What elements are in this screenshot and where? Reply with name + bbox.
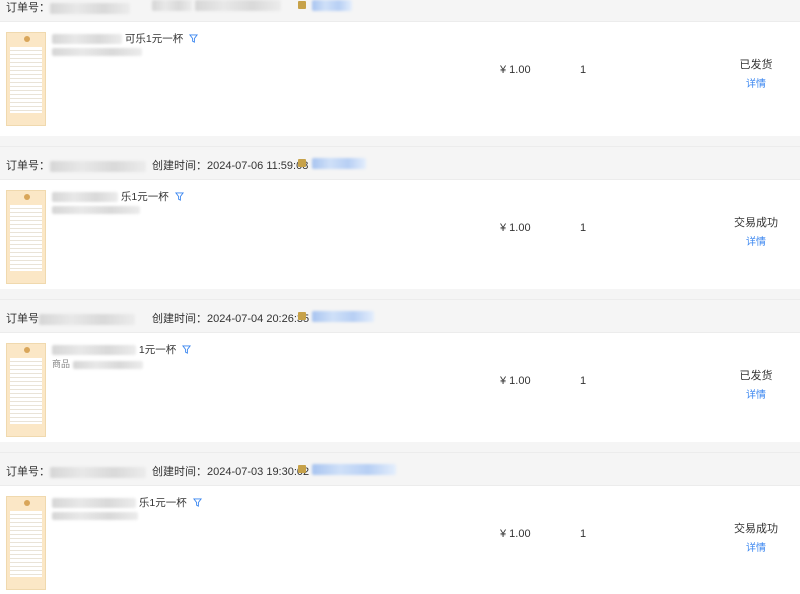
created-time-label: 创建时间： — [152, 313, 207, 325]
order-body: 可乐1元一杯 ¥ 1.00 1 已发货 详情 — [0, 22, 800, 130]
product-spec: 商品 — [52, 357, 143, 370]
order-header: 订单号： — [0, 0, 800, 22]
created-label-redacted — [152, 0, 192, 11]
order-number-label: 订单号： — [6, 160, 50, 172]
product-title[interactable]: 1元一杯 — [52, 342, 192, 357]
detail-link[interactable]: 详情 — [700, 539, 800, 554]
detail-link[interactable]: 详情 — [700, 386, 800, 401]
product-spec — [52, 46, 142, 56]
created-time-redacted — [195, 0, 282, 11]
order-number-redacted — [50, 466, 146, 478]
created-time-field — [152, 0, 282, 11]
created-time-field: 创建时间：2024-07-03 19:30:02 — [152, 463, 309, 479]
order-body: 1元一杯 商品 ¥ 1.00 1 已发货 详情 — [0, 333, 800, 441]
shop-name[interactable] — [312, 0, 352, 11]
detail-link[interactable]: 详情 — [700, 233, 800, 248]
created-time-value: 2024-07-06 11:59:08 — [207, 160, 309, 172]
filter-icon — [192, 498, 202, 507]
order-status: 已发货 — [739, 370, 773, 382]
product-thumbnail[interactable] — [6, 343, 46, 437]
product-title[interactable]: 可乐1元一杯 — [52, 31, 199, 46]
unit-price: ¥ 1.00 — [500, 64, 531, 76]
order-body: 乐1元一杯 ¥ 1.00 1 交易成功 详情 — [0, 486, 800, 594]
order-number-field: 订单号： — [6, 157, 146, 173]
product-spec — [52, 510, 138, 520]
order-number-label: 订单号： — [6, 2, 50, 14]
shop-icon — [298, 1, 306, 9]
product-thumbnail[interactable] — [6, 496, 46, 590]
product-spec-redacted — [52, 47, 142, 56]
quantity: 1 — [580, 528, 587, 540]
shop-icon — [298, 465, 306, 473]
product-title-text: 可乐1元一杯 — [124, 33, 184, 45]
order-status: 已发货 — [739, 59, 773, 71]
order-status: 交易成功 — [734, 523, 778, 535]
created-time-value: 2024-07-03 19:30:02 — [207, 466, 310, 478]
product-title-text: 1元一杯 — [138, 344, 177, 356]
order-header: 订单号： 创建时间：2024-07-03 19:30:02 — [0, 452, 800, 486]
product-spec — [52, 204, 140, 214]
order-header: 订单号 创建时间：2024-07-04 20:26:35 — [0, 299, 800, 333]
created-time-label: 创建时间： — [152, 160, 207, 172]
unit-price: ¥ 1.00 — [500, 375, 531, 387]
order-number-label: 订单号： — [6, 466, 50, 478]
product-title-text: 乐1元一杯 — [120, 191, 169, 203]
shop-icon — [298, 159, 306, 167]
order-number-label: 订单号 — [6, 313, 39, 325]
created-time-label: 创建时间： — [152, 466, 207, 478]
unit-price: ¥ 1.00 — [500, 528, 531, 540]
product-title-redacted — [52, 34, 122, 45]
order-number-field: 订单号 — [6, 310, 135, 326]
order-header: 订单号： 创建时间：2024-07-06 11:59:08 — [0, 146, 800, 180]
order-number-redacted — [39, 313, 135, 325]
quantity: 1 — [580, 222, 587, 234]
order-number-field: 订单号： — [6, 0, 130, 15]
shop-name[interactable] — [312, 158, 366, 169]
created-time-field: 创建时间：2024-07-04 20:26:35 — [152, 310, 309, 326]
product-title-redacted — [52, 192, 118, 203]
quantity: 1 — [580, 64, 587, 76]
filter-icon — [189, 34, 199, 43]
order-separator — [0, 442, 800, 452]
product-title-redacted — [52, 498, 136, 509]
product-spec-redacted — [72, 360, 143, 369]
order-separator — [0, 289, 800, 299]
shop-icon — [298, 312, 306, 320]
order-number-redacted — [50, 160, 146, 172]
order-status: 交易成功 — [734, 217, 778, 229]
filter-icon — [182, 345, 192, 354]
detail-link[interactable]: 详情 — [700, 75, 800, 90]
product-title[interactable]: 乐1元一杯 — [52, 189, 184, 204]
order-separator — [0, 136, 800, 146]
created-time-value: 2024-07-04 20:26:35 — [207, 313, 310, 325]
product-title-redacted — [52, 345, 136, 356]
filter-icon — [174, 192, 184, 201]
product-spec-redacted — [52, 511, 138, 520]
created-time-field: 创建时间：2024-07-06 11:59:08 — [152, 157, 308, 173]
shop-name[interactable] — [312, 464, 396, 475]
product-spec-label: 商品 — [52, 359, 71, 369]
product-title-text: 乐1元一杯 — [138, 497, 187, 509]
order-body: 乐1元一杯 ¥ 1.00 1 交易成功 详情 — [0, 180, 800, 288]
shop-name[interactable] — [312, 311, 374, 322]
product-thumbnail[interactable] — [6, 32, 46, 126]
unit-price: ¥ 1.00 — [500, 222, 531, 234]
product-spec-redacted — [52, 205, 140, 214]
order-number-field: 订单号： — [6, 463, 146, 479]
quantity: 1 — [580, 375, 587, 387]
product-thumbnail[interactable] — [6, 190, 46, 284]
product-title[interactable]: 乐1元一杯 — [52, 495, 202, 510]
order-number-redacted — [50, 2, 130, 14]
